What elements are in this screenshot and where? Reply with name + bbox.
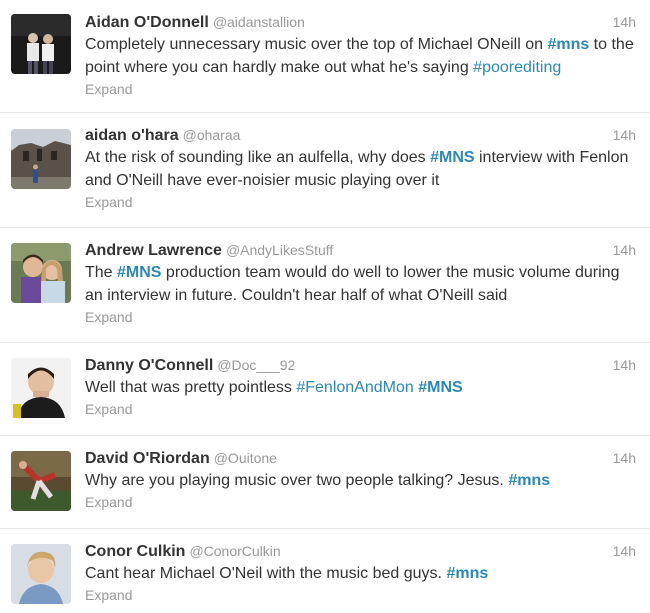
tweet-text: Cant hear Michael O'Neil with the music … [85, 562, 636, 585]
tweet-text: At the risk of sounding like an aulfella… [85, 146, 636, 192]
timestamp[interactable]: 14h [613, 354, 636, 376]
tweet-header: Andrew Lawrence @AndyLikesStuff 14h [85, 239, 636, 261]
hashtag-link[interactable]: #mns [547, 36, 589, 53]
expand-link[interactable]: Expand [85, 192, 636, 212]
blond-man-photo-icon [11, 544, 71, 604]
expand-link[interactable]: Expand [85, 585, 636, 605]
hashtag-link[interactable]: #mns [508, 472, 550, 489]
hashtag-link[interactable]: #poorediting [473, 59, 561, 76]
tweet[interactable]: Aidan O'Donnell @aidanstallion 14h Comple… [0, 0, 650, 113]
couple-photo-icon [11, 243, 71, 303]
tweet-header: Danny O'Connell @Doc___92 14h [85, 354, 636, 376]
avatar[interactable] [11, 129, 71, 189]
tweet-text-segment: At the risk of sounding like an aulfella… [85, 149, 431, 166]
user-name[interactable]: David O'Riordan [85, 450, 210, 467]
two-people-photo-icon [11, 14, 71, 74]
avatar[interactable] [11, 243, 71, 303]
user-name[interactable]: Conor Culkin [85, 543, 185, 560]
tweet-text-segment: production team would do well to lower t… [85, 264, 620, 304]
user-name[interactable]: Andrew Lawrence [85, 242, 222, 259]
tweet-text: Completely unnecessary music over the to… [85, 33, 636, 79]
tweet[interactable]: David O'Riordan @Ouitone 14h Why are you … [0, 436, 650, 529]
timestamp[interactable]: 14h [613, 239, 636, 261]
expand-link[interactable]: Expand [85, 492, 636, 512]
tweet-header: aidan o'hara @oharaa 14h [85, 124, 636, 146]
tweet[interactable]: Danny O'Connell @Doc___92 14h Well that w… [0, 343, 650, 436]
tweet-text: Well that was pretty pointless #FenlonAn… [85, 376, 636, 399]
tweet[interactable]: aidan o'hara @oharaa 14h At the risk of s… [0, 113, 650, 228]
expand-link[interactable]: Expand [85, 399, 636, 419]
avatar[interactable] [11, 358, 71, 418]
hashtag-link[interactable]: #MNS [430, 149, 474, 166]
tweet-header: Conor Culkin @ConorCulkin 14h [85, 540, 636, 562]
timestamp[interactable]: 14h [613, 11, 636, 33]
user-handle[interactable]: @ConorCulkin [189, 543, 280, 559]
user-name[interactable]: Aidan O'Donnell [85, 14, 209, 31]
young-man-photo-icon [11, 358, 71, 418]
timestamp[interactable]: 14h [613, 447, 636, 469]
tweet-text: The #MNS production team would do well t… [85, 261, 636, 307]
user-handle[interactable]: @AndyLikesStuff [226, 242, 333, 258]
hashtag-link[interactable]: #MNS [117, 264, 161, 281]
tweet-text-segment: Why are you playing music over two peopl… [85, 472, 509, 489]
tweet-header: David O'Riordan @Ouitone 14h [85, 447, 636, 469]
avatar[interactable] [11, 544, 71, 604]
timestamp[interactable]: 14h [613, 540, 636, 562]
hashtag-link[interactable]: #MNS [418, 379, 462, 396]
tweet[interactable]: Andrew Lawrence @AndyLikesStuff 14h The #… [0, 228, 650, 343]
tweet-text-segment: Cant hear Michael O'Neil with the music … [85, 565, 447, 582]
user-handle[interactable]: @Doc___92 [217, 357, 295, 373]
castle-ruin-photo-icon [11, 129, 71, 189]
tweet-text-segment: The [85, 264, 118, 281]
hashtag-link[interactable]: #FenlonAndMon [296, 379, 413, 396]
user-handle[interactable]: @oharaa [183, 127, 241, 143]
tweet[interactable]: Conor Culkin @ConorCulkin 14h Cant hear M… [0, 529, 650, 613]
avatar[interactable] [11, 14, 71, 74]
user-handle[interactable]: @Ouitone [214, 450, 277, 466]
avatar[interactable] [11, 451, 71, 511]
tweet-text: Why are you playing music over two peopl… [85, 469, 636, 492]
user-name[interactable]: Danny O'Connell [85, 357, 213, 374]
user-handle[interactable]: @aidanstallion [213, 14, 305, 30]
timestamp[interactable]: 14h [613, 124, 636, 146]
tweet-text-segment: Completely unnecessary music over the to… [85, 36, 548, 53]
expand-link[interactable]: Expand [85, 307, 636, 327]
hashtag-link[interactable]: #mns [446, 565, 488, 582]
action-figure-photo-icon [11, 451, 71, 511]
user-name[interactable]: aidan o'hara [85, 127, 179, 144]
tweet-feed: Aidan O'Donnell @aidanstallion 14h Comple… [0, 0, 650, 613]
expand-link[interactable]: Expand [85, 79, 636, 99]
tweet-text-segment: Well that was pretty pointless [85, 379, 297, 396]
tweet-header: Aidan O'Donnell @aidanstallion 14h [85, 11, 636, 33]
